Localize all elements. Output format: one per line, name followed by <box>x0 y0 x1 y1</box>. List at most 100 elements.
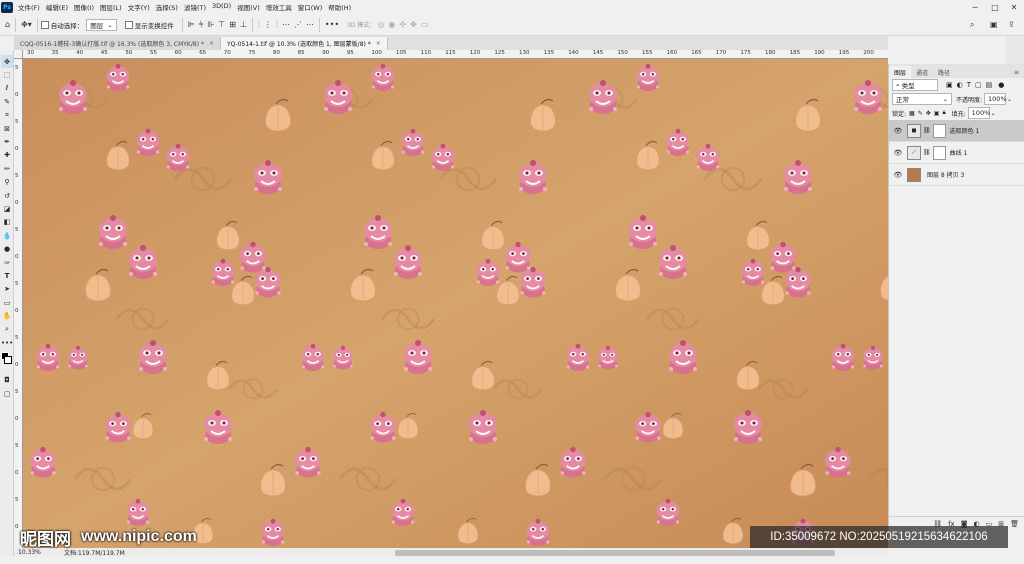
move-tool-icon[interactable]: ✥▾ <box>21 18 32 32</box>
zoom-tool-icon[interactable]: ⌕ <box>1 323 13 336</box>
visibility-eye-icon[interactable]: 👁︎ <box>893 149 903 157</box>
lock-position-icon[interactable]: ✥ <box>926 110 931 117</box>
align-right-icon[interactable]: ⊪ <box>207 18 214 32</box>
history-brush-tool-icon[interactable]: ↺ <box>1 189 13 202</box>
align-left-icon[interactable]: ⊫ <box>188 18 195 32</box>
align-bottom-icon[interactable]: ⊥ <box>240 18 247 32</box>
color-swatches[interactable] <box>0 350 13 374</box>
share-icon[interactable]: ⇪ <box>1008 18 1015 32</box>
lock-artboard-icon[interactable]: ▣ <box>934 110 940 117</box>
align-center-icon[interactable]: ⫩ <box>199 18 204 32</box>
search-icon[interactable]: ⌕ <box>970 18 974 32</box>
menu-item[interactable]: 滤镜(T) <box>181 2 209 12</box>
menu-item[interactable]: 文字(Y) <box>125 2 153 12</box>
vertical-ruler[interactable]: 5 0 5 0 5 0 5 0 5 0 5 0 5 0 5 0 5 0 <box>14 59 23 548</box>
edit-toolbar-icon[interactable]: ••• <box>1 336 13 349</box>
filter-pixel-icon[interactable]: ▣ <box>946 81 953 89</box>
hand-tool-icon[interactable]: ✋ <box>1 309 13 322</box>
tab-channels[interactable]: 通道 <box>911 66 933 78</box>
pen-tool-icon[interactable]: ✑ <box>1 256 13 269</box>
menu-item[interactable]: 文件(F) <box>15 2 43 12</box>
quick-select-tool-icon[interactable]: ✎ <box>1 95 13 108</box>
marquee-tool-icon[interactable]: ⬚ <box>1 68 13 81</box>
3d-slide-icon[interactable]: ✤ <box>410 18 417 32</box>
menu-item[interactable]: 图像(I) <box>71 2 97 12</box>
menu-item[interactable]: 图层(L) <box>97 2 125 12</box>
filter-smart-icon[interactable]: ▤ <box>986 81 993 89</box>
panel-menu-icon[interactable]: ≡ <box>1009 66 1024 78</box>
ruler-origin[interactable] <box>14 50 23 59</box>
move-tool-icon[interactable]: ✥ <box>1 55 13 69</box>
filter-toggle-icon[interactable]: ● <box>998 81 1004 89</box>
horizontal-scrollbar[interactable] <box>395 550 835 556</box>
lock-transparent-icon[interactable]: ▦ <box>909 110 915 117</box>
fill-dropdown-icon[interactable]: ⌄ <box>991 110 996 117</box>
filter-adjust-icon[interactable]: ◐ <box>957 81 963 89</box>
auto-select-checkbox[interactable] <box>40 20 49 29</box>
eyedropper-tool-icon[interactable]: ✒ <box>1 135 13 148</box>
layer-mask-thumbnail[interactable] <box>932 123 946 138</box>
tab-close-icon[interactable]: × <box>376 40 381 47</box>
visibility-eye-icon[interactable]: 👁︎ <box>893 127 903 135</box>
opacity-dropdown-icon[interactable]: ⌄ <box>1007 96 1012 103</box>
menu-item[interactable]: 3D(D) <box>209 2 234 12</box>
3d-roll-icon[interactable]: ◉ <box>388 18 395 32</box>
frame-tool-icon[interactable]: ⊠ <box>1 122 13 135</box>
tab-document-1[interactable]: CQQ-0516-1缠枝-3确认打版.tif @ 16.3% (选取颜色 3, … <box>14 37 221 50</box>
path-select-tool-icon[interactable]: ➤ <box>1 283 13 296</box>
delete-layer-icon[interactable]: 🗑︎ <box>1010 520 1019 528</box>
eraser-tool-icon[interactable]: ◪ <box>1 202 13 215</box>
home-icon[interactable]: ⌂ <box>5 18 10 32</box>
menu-item[interactable]: 窗口(W) <box>295 2 326 12</box>
healing-brush-tool-icon[interactable]: ✚ <box>1 149 13 162</box>
tab-layers[interactable]: 图层 <box>889 66 912 78</box>
clone-stamp-tool-icon[interactable]: ⚲ <box>1 176 13 189</box>
mask-link-icon[interactable]: ⛓ <box>923 149 931 156</box>
3d-pan-icon[interactable]: ✣ <box>399 18 406 32</box>
workspace-icon[interactable]: ▣ <box>990 18 998 32</box>
close-icon[interactable]: ✕ <box>1004 0 1024 14</box>
tab-paths[interactable]: 路径 <box>933 66 955 78</box>
fill-input[interactable]: 100% <box>967 107 990 119</box>
shape-tool-icon[interactable]: ▭ <box>1 296 13 309</box>
blur-tool-icon[interactable]: 💧 <box>1 229 13 242</box>
visibility-eye-icon[interactable]: 👁︎ <box>893 171 903 179</box>
filter-shape-icon[interactable]: ▢ <box>975 81 982 89</box>
menu-item[interactable]: 帮助(H) <box>325 2 354 12</box>
align-top-icon[interactable]: ⊤ <box>218 18 225 32</box>
show-transform-checkbox[interactable] <box>124 20 133 29</box>
distribute-bottom-icon[interactable]: ⫶ <box>276 18 278 32</box>
mask-link-icon[interactable]: ⛓ <box>923 127 931 134</box>
filter-type-icon[interactable]: T <box>967 81 971 89</box>
layer-mask-thumbnail[interactable] <box>932 145 946 160</box>
align-middle-icon[interactable]: ⊞ <box>229 18 236 32</box>
brush-tool-icon[interactable]: ✏ <box>1 162 13 175</box>
layer-row[interactable]: 👁︎ ◼ ⛓ 选取颜色 1 <box>889 120 1024 142</box>
layer-row[interactable]: 👁︎ ⟋ ⛓ 曲线 1 <box>889 142 1024 164</box>
distribute-middle-icon[interactable]: ⋮ <box>264 18 272 32</box>
lock-image-icon[interactable]: ✎ <box>918 110 923 117</box>
dodge-tool-icon[interactable]: ● <box>1 242 13 255</box>
tab-document-2[interactable]: YQ-0514-1.tif @ 10.3% (选取颜色 1, 图层蒙板/8) *… <box>221 37 388 50</box>
distribute-left-icon[interactable]: ⋯ <box>282 18 290 32</box>
document-canvas[interactable] <box>23 59 888 548</box>
layer-filter-dropdown[interactable]: ⌕ 类型 <box>892 79 938 91</box>
layer-row[interactable]: 👁︎ 图层 8 拷贝 3 <box>889 164 1024 186</box>
maximize-icon[interactable]: □ <box>985 0 1005 14</box>
type-tool-icon[interactable]: T <box>1 269 13 282</box>
screen-mode-icon[interactable]: ▢ <box>1 387 13 400</box>
more-options-icon[interactable]: ••• <box>325 18 339 32</box>
gradient-tool-icon[interactable]: ◧ <box>1 216 13 229</box>
background-color-swatch[interactable] <box>4 355 12 364</box>
auto-select-dropdown[interactable]: 图层 ⌄ <box>86 18 117 31</box>
3d-rotate-icon[interactable]: ◎ <box>377 18 384 32</box>
distribute-center-icon[interactable]: ⋰ <box>294 18 302 32</box>
blend-mode-dropdown[interactable]: 正常 ⌄ <box>892 93 952 105</box>
crop-tool-icon[interactable]: ⌗ <box>1 109 13 122</box>
horizontal-ruler[interactable]: 30 35 40 45 50 55 60 65 70 75 80 85 90 95 100 105 110 115… <box>23 50 888 59</box>
distribute-top-icon[interactable]: ⫶ <box>258 18 260 32</box>
3d-scale-icon[interactable]: ▭ <box>421 18 429 32</box>
tab-close-icon[interactable]: × <box>209 40 214 47</box>
menu-item[interactable]: 编辑(E) <box>43 2 71 12</box>
menu-item[interactable]: 增效工具 <box>263 2 295 12</box>
